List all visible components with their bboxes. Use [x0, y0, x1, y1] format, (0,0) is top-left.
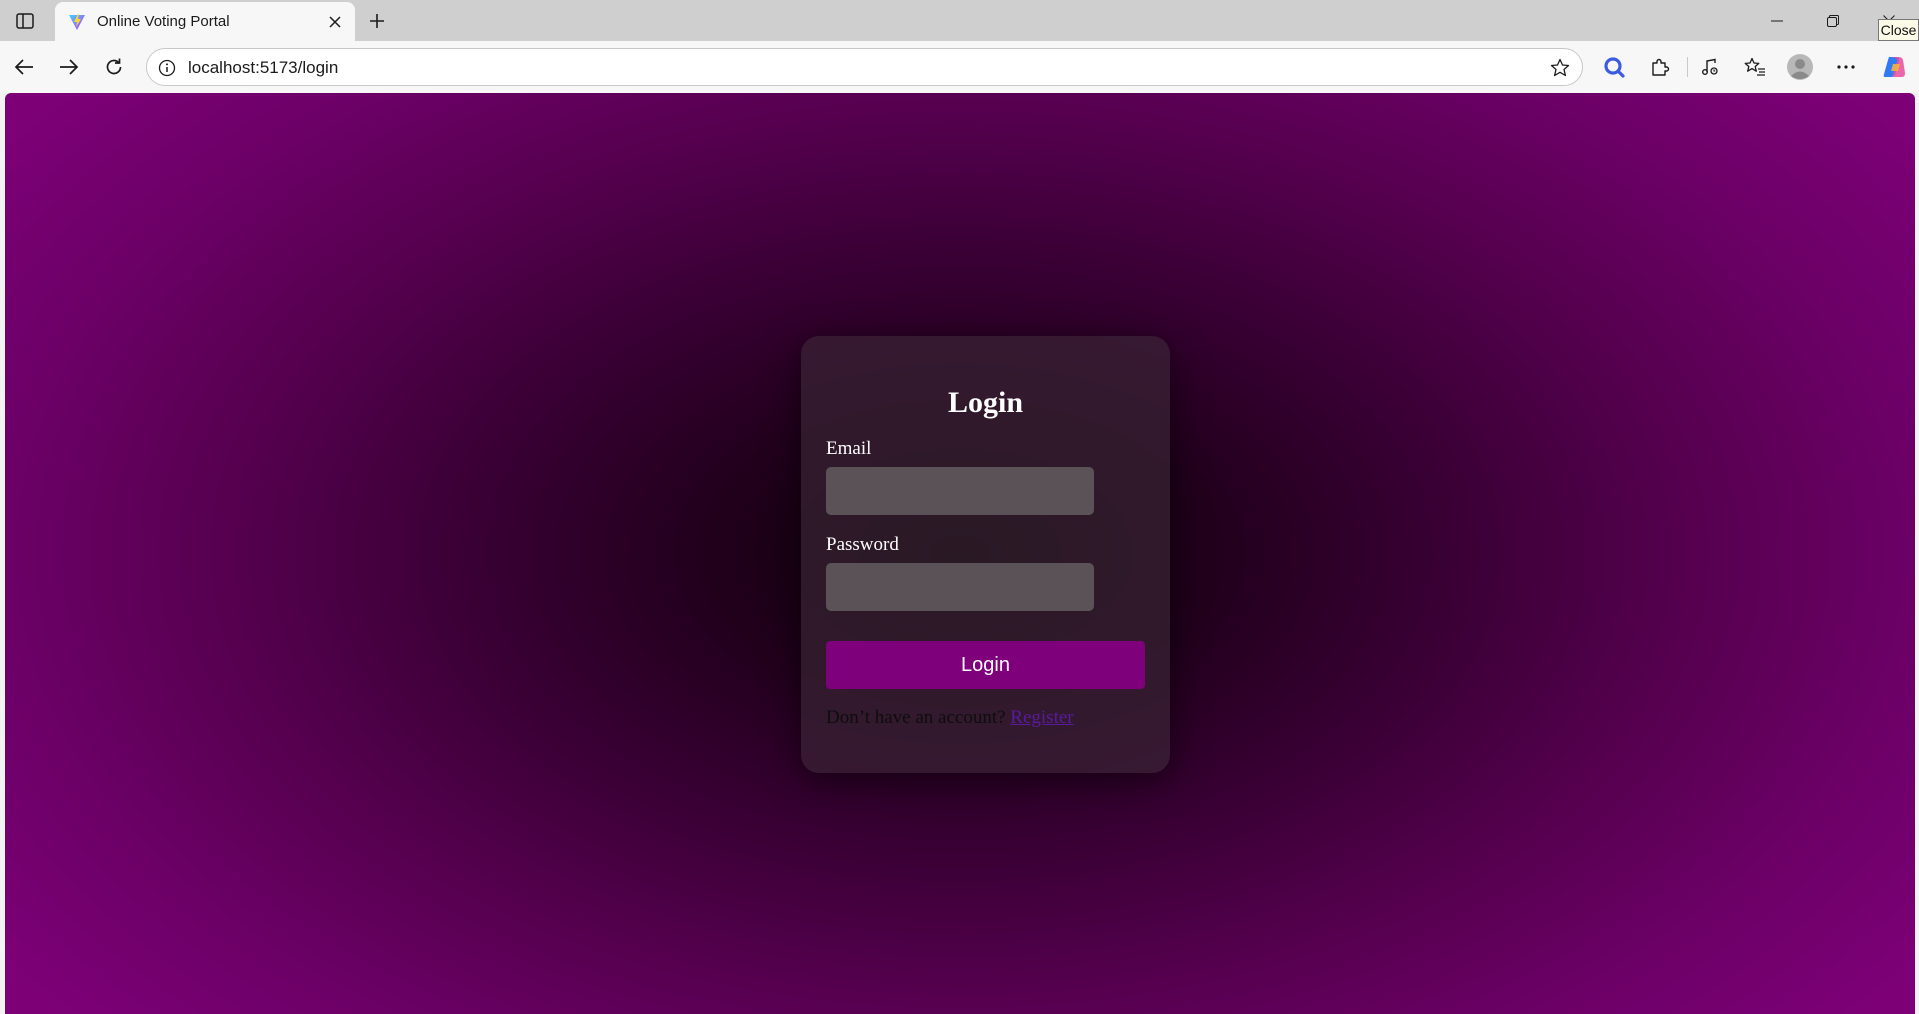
back-arrow-icon[interactable]	[8, 51, 40, 83]
tab-title: Online Voting Portal	[97, 13, 230, 30]
new-tab-icon[interactable]	[362, 6, 392, 36]
password-label: Password	[826, 534, 899, 555]
copilot-icon[interactable]	[1878, 51, 1910, 83]
address-bar[interactable]: localhost:5173/login	[146, 48, 1583, 86]
login-button[interactable]: Login	[826, 641, 1145, 689]
login-heading: Login	[947, 386, 1024, 419]
info-icon[interactable]	[157, 58, 177, 78]
close-tooltip: Close	[1878, 19, 1919, 41]
profile-avatar-icon[interactable]	[1784, 51, 1816, 83]
restore-window-icon[interactable]	[1805, 0, 1861, 41]
register-prompt-text: Don’t have an account?	[826, 707, 1006, 728]
reload-icon[interactable]	[98, 51, 130, 83]
login-card: Login Email Password Login Don’t have an…	[801, 336, 1170, 773]
email-input[interactable]	[826, 467, 1094, 515]
browser-toolbar: localhost:5173/login	[0, 41, 1919, 93]
vite-logo-icon	[67, 12, 87, 32]
page-viewport: Login Email Password Login Don’t have an…	[5, 93, 1915, 1014]
favorites-list-icon[interactable]	[1739, 51, 1771, 83]
puzzle-icon[interactable]	[1644, 51, 1676, 83]
minimize-window-icon[interactable]	[1749, 0, 1805, 41]
password-input[interactable]	[826, 563, 1094, 611]
star-icon[interactable]	[1548, 56, 1572, 80]
search-icon[interactable]	[1598, 51, 1630, 83]
register-prompt-line: Don’t have an account? Register	[826, 707, 1074, 729]
browser-tab[interactable]: Online Voting Portal	[55, 2, 355, 41]
music-note-icon[interactable]	[1694, 51, 1726, 83]
forward-arrow-icon[interactable]	[53, 51, 85, 83]
tab-close-icon[interactable]	[321, 8, 349, 36]
toolbar-divider	[1687, 57, 1688, 77]
email-label: Email	[826, 438, 872, 459]
sidebar-toggle-icon[interactable]	[10, 8, 40, 34]
register-link[interactable]: Register	[1010, 707, 1073, 728]
url-text[interactable]: localhost:5173/login	[188, 58, 338, 78]
tab-strip: Online Voting Portal Close	[0, 0, 1919, 41]
more-dots-icon[interactable]	[1830, 51, 1862, 83]
